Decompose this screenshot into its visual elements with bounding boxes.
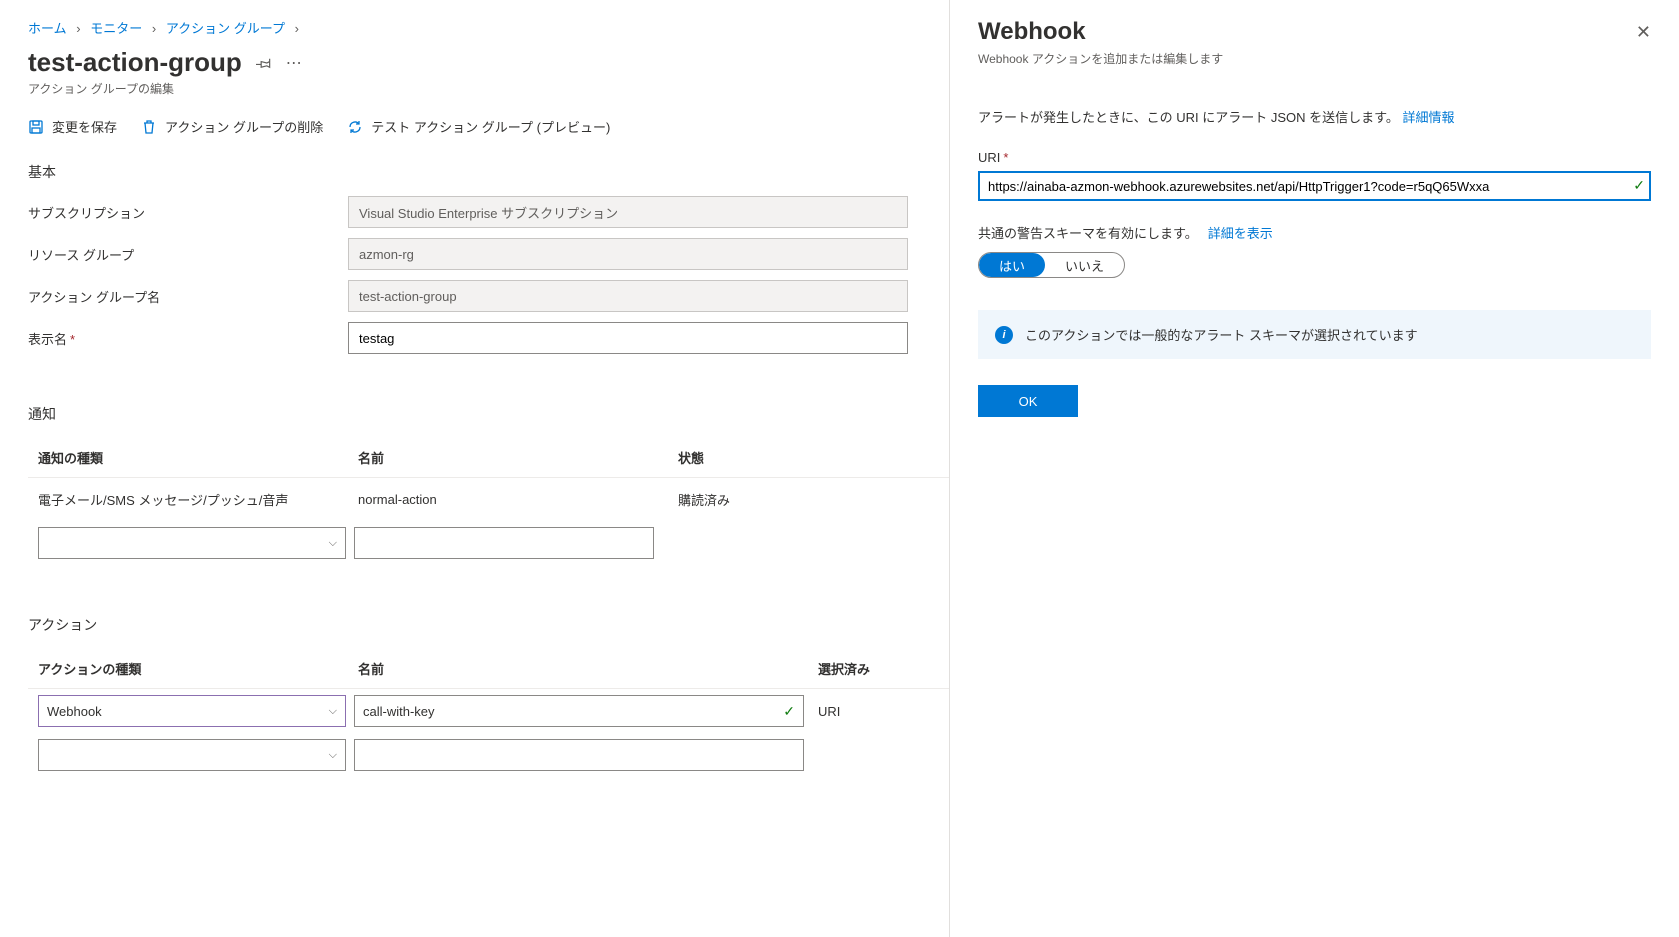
more-icon[interactable]: ⋯ — [286, 53, 302, 73]
actions-col-type: アクションの種類 — [28, 659, 358, 678]
section-notify: 通知 — [28, 404, 949, 424]
notify-name-input-empty[interactable] — [354, 527, 654, 559]
notify-col-name: 名前 — [358, 448, 678, 467]
notify-col-type: 通知の種類 — [28, 448, 358, 467]
panel-subtitle: Webhook アクションを追加または編集します — [978, 50, 1651, 67]
notify-state-value: 購読済み — [678, 490, 878, 509]
action-group-name-input — [348, 280, 908, 312]
page-subtitle: アクション グループの編集 — [28, 80, 949, 97]
resource-group-input — [348, 238, 908, 270]
action-name-input[interactable]: call-with-key ✓ — [354, 695, 804, 727]
save-icon — [28, 119, 44, 135]
subscription-input — [348, 196, 908, 228]
action-type-select-empty[interactable]: ⌵ — [38, 739, 346, 771]
chevron-down-icon: ⌵ — [329, 749, 337, 762]
notify-col-state: 状態 — [678, 448, 878, 467]
refresh-icon — [347, 119, 363, 135]
display-name-label: 表示名* — [28, 329, 348, 348]
section-basic: 基本 — [28, 162, 949, 182]
breadcrumb-action-group[interactable]: アクション グループ — [166, 21, 285, 36]
uri-input[interactable] — [978, 171, 1651, 201]
chevron-down-icon: ⌵ — [329, 537, 337, 550]
info-text: このアクションでは一般的なアラート スキーマが選択されています — [1025, 325, 1418, 344]
chevron-right-icon: › — [152, 21, 156, 36]
breadcrumb-home[interactable]: ホーム — [28, 21, 67, 36]
notify-table: 通知の種類 名前 状態 電子メール/SMS メッセージ/プッシュ/音声 norm… — [28, 438, 949, 565]
delete-button[interactable]: アクション グループの削除 — [141, 117, 323, 136]
ok-button[interactable]: OK — [978, 385, 1078, 417]
notify-type-select-empty[interactable]: ⌵ — [38, 527, 346, 559]
panel-title: Webhook — [978, 18, 1651, 46]
toolbar: 変更を保存 アクション グループの削除 テスト アクション グループ (プレビュ… — [28, 117, 949, 136]
action-type-select[interactable]: Webhook ⌵ — [38, 695, 346, 727]
check-icon: ✓ — [1633, 177, 1645, 194]
more-info-link[interactable]: 詳細情報 — [1402, 110, 1454, 125]
schema-label: 共通の警告スキーマを有効にします。 — [978, 223, 1198, 242]
save-label: 変更を保存 — [52, 117, 117, 136]
resource-group-label: リソース グループ — [28, 245, 348, 264]
subscription-label: サブスクリプション — [28, 203, 348, 222]
action-type-value: Webhook — [47, 704, 102, 719]
toggle-no[interactable]: いいえ — [1045, 253, 1124, 277]
trash-icon — [141, 119, 157, 135]
page-title: test-action-group — [28, 47, 242, 78]
chevron-right-icon: › — [295, 21, 299, 36]
breadcrumb: ホーム › モニター › アクション グループ › — [28, 18, 949, 37]
schema-toggle: はい いいえ — [978, 252, 1125, 278]
action-selected-value: URI — [812, 695, 840, 727]
delete-label: アクション グループの削除 — [165, 117, 323, 136]
uri-label: URI* — [978, 150, 1651, 165]
info-icon: i — [995, 326, 1013, 344]
action-name-value: call-with-key — [363, 704, 435, 719]
notify-type-value: 電子メール/SMS メッセージ/プッシュ/音声 — [28, 490, 358, 509]
actions-col-name: 名前 — [358, 659, 818, 678]
main-panel: ホーム › モニター › アクション グループ › test-action-gr… — [0, 0, 950, 937]
check-icon: ✓ — [783, 703, 795, 720]
test-label: テスト アクション グループ (プレビュー) — [371, 117, 610, 136]
section-actions: アクション — [28, 615, 949, 635]
save-button[interactable]: 変更を保存 — [28, 117, 117, 136]
table-row: 電子メール/SMS メッセージ/プッシュ/音声 normal-action 購読… — [28, 478, 949, 521]
action-name-input-empty[interactable] — [354, 739, 804, 771]
test-button[interactable]: テスト アクション グループ (プレビュー) — [347, 117, 610, 136]
notify-name-value: normal-action — [358, 492, 678, 507]
action-group-name-label: アクション グループ名 — [28, 287, 348, 306]
pin-icon[interactable] — [256, 55, 272, 71]
chevron-down-icon: ⌵ — [329, 705, 337, 718]
actions-col-selected: 選択済み — [818, 659, 938, 678]
toggle-yes[interactable]: はい — [979, 253, 1045, 277]
schema-details-link[interactable]: 詳細を表示 — [1208, 223, 1273, 242]
chevron-right-icon: › — [76, 21, 80, 36]
webhook-panel: ✕ Webhook Webhook アクションを追加または編集します アラートが… — [950, 0, 1679, 937]
display-name-input[interactable] — [348, 322, 908, 354]
breadcrumb-monitor[interactable]: モニター — [90, 21, 142, 36]
actions-table: アクションの種類 名前 選択済み Webhook ⌵ call-with-key… — [28, 649, 949, 777]
panel-description: アラートが発生したときに、この URI にアラート JSON を送信します。 詳… — [978, 107, 1651, 126]
info-box: i このアクションでは一般的なアラート スキーマが選択されています — [978, 310, 1651, 359]
close-icon[interactable]: ✕ — [1636, 22, 1651, 43]
